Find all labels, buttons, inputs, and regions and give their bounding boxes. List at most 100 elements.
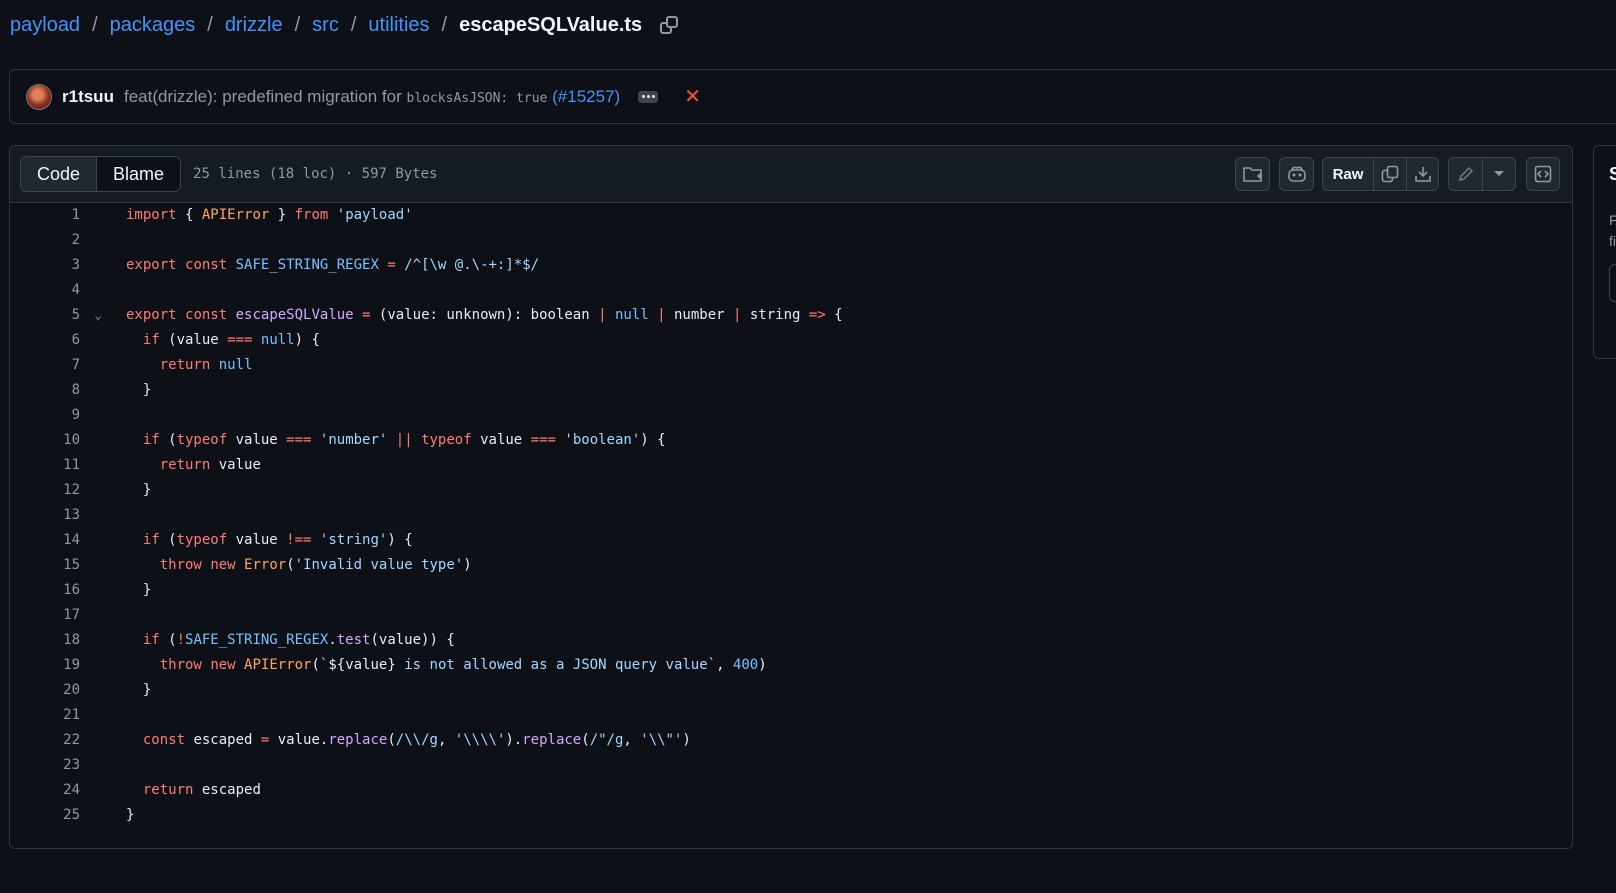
- line-number[interactable]: 3: [10, 253, 80, 278]
- code-line: 23: [10, 753, 1572, 778]
- line-number[interactable]: 5: [10, 303, 80, 328]
- code-line-text: if (!SAFE_STRING_REGEX.test(value)) {: [142, 632, 455, 648]
- latest-commit-bar: r1tsuu feat(drizzle): predefined migrati…: [9, 69, 1616, 124]
- avatar[interactable]: [26, 83, 52, 110]
- code-line: 14 if (typeof value !== 'string') {: [10, 528, 1572, 553]
- code-line: 18 if (!SAFE_STRING_REGEX.test(value)) {: [10, 628, 1572, 653]
- fold-gutter: [80, 228, 116, 253]
- breadcrumb-link-utilities[interactable]: utilities: [368, 14, 429, 37]
- fold-gutter: [80, 753, 116, 778]
- line-number[interactable]: 4: [10, 278, 80, 303]
- folder-icon: [1236, 158, 1269, 190]
- tab-code[interactable]: Code: [21, 157, 98, 191]
- folder-button[interactable]: [1235, 157, 1270, 191]
- line-number[interactable]: 9: [10, 403, 80, 428]
- breadcrumb-link-payload[interactable]: payload: [10, 14, 80, 37]
- file-viewer: Code Blame 25 lines (18 loc) · 597 Bytes…: [9, 145, 1573, 849]
- side-panel-input[interactable]: [1609, 264, 1616, 302]
- copy-path-icon[interactable]: [660, 15, 680, 36]
- code-line: 16 }: [10, 578, 1572, 603]
- code-line: 22 const escaped = value.replace(/\\/g, …: [10, 728, 1572, 753]
- code-line: 3 export const SAFE_STRING_REGEX = /^[\w …: [10, 253, 1572, 278]
- ellipsis-icon[interactable]: [638, 90, 659, 103]
- line-number[interactable]: 6: [10, 328, 80, 353]
- fold-gutter: [80, 353, 116, 378]
- code-line-text: }: [126, 582, 152, 598]
- raw-label: Raw: [1332, 165, 1364, 183]
- pr-number: #15257: [557, 86, 615, 106]
- line-number[interactable]: 13: [10, 503, 80, 528]
- file-header: Code Blame 25 lines (18 loc) · 597 Bytes…: [10, 146, 1572, 203]
- code-line-text: import { APIError } from 'payload': [126, 207, 413, 223]
- code-line-text: return value: [159, 457, 261, 473]
- code-line: 7 return null: [10, 353, 1572, 378]
- breadcrumb-separator: /: [207, 14, 213, 36]
- commit-message-code: blocksAsJSON: true: [406, 90, 548, 106]
- breadcrumb-link-drizzle[interactable]: drizzle: [225, 14, 283, 37]
- line-number[interactable]: 11: [10, 453, 80, 478]
- line-number[interactable]: 7: [10, 353, 80, 378]
- fold-gutter: [80, 478, 116, 503]
- fold-gutter: [80, 553, 116, 578]
- line-number[interactable]: 20: [10, 678, 80, 703]
- line-number[interactable]: 15: [10, 553, 80, 578]
- copy-raw-icon[interactable]: [1373, 158, 1406, 190]
- pr-link[interactable]: (#15257): [552, 87, 620, 106]
- fold-gutter: [80, 678, 116, 703]
- code-line-text: if (value === null) {: [142, 332, 320, 348]
- fold-gutter: [80, 603, 116, 628]
- code-line: 19 throw new APIError(`${value} is not a…: [10, 653, 1572, 678]
- line-number[interactable]: 10: [10, 428, 80, 453]
- breadcrumb-link-packages[interactable]: packages: [110, 14, 196, 37]
- line-number[interactable]: 16: [10, 578, 80, 603]
- fold-chevron-icon[interactable]: ⌄: [80, 303, 116, 328]
- commit-message[interactable]: feat(drizzle): predefined migration for …: [124, 87, 620, 107]
- pencil-icon[interactable]: [1449, 158, 1482, 190]
- raw-toolbar: Raw: [1322, 157, 1439, 191]
- commit-author[interactable]: r1tsuu: [62, 87, 114, 107]
- fold-gutter: [80, 403, 116, 428]
- fold-gutter: [80, 503, 116, 528]
- line-number[interactable]: 23: [10, 753, 80, 778]
- chevron-down-icon[interactable]: [1482, 158, 1515, 190]
- view-toggle: Code Blame: [20, 156, 182, 192]
- pr-paren-close: ): [614, 86, 621, 106]
- download-icon[interactable]: [1406, 158, 1438, 190]
- tab-blame[interactable]: Blame: [97, 157, 181, 191]
- code-line: 21: [10, 703, 1572, 728]
- line-number[interactable]: 19: [10, 653, 80, 678]
- line-number[interactable]: 14: [10, 528, 80, 553]
- code-square-icon: [1527, 158, 1559, 190]
- code-line: 15 throw new Error('Invalid value type'): [10, 553, 1572, 578]
- raw-button[interactable]: Raw: [1323, 158, 1373, 190]
- breadcrumb-link-src[interactable]: src: [312, 14, 339, 37]
- code-line: 8 }: [10, 378, 1572, 403]
- code-line: 24 return escaped: [10, 778, 1572, 803]
- fold-gutter: [80, 728, 116, 753]
- fold-gutter: [80, 703, 116, 728]
- line-number[interactable]: 2: [10, 228, 80, 253]
- line-number[interactable]: 8: [10, 378, 80, 403]
- symbols-button[interactable]: [1526, 157, 1560, 191]
- line-number[interactable]: 12: [10, 478, 80, 503]
- side-panel-title: S: [1609, 164, 1616, 184]
- line-number[interactable]: 25: [10, 803, 80, 828]
- line-number[interactable]: 24: [10, 778, 80, 803]
- breadcrumb-separator: /: [92, 14, 98, 36]
- line-number[interactable]: 21: [10, 703, 80, 728]
- copilot-button[interactable]: [1279, 157, 1314, 191]
- line-number[interactable]: 22: [10, 728, 80, 753]
- line-number[interactable]: 1: [10, 203, 80, 228]
- line-number[interactable]: 17: [10, 603, 80, 628]
- code-line: 9: [10, 403, 1572, 428]
- code-line-text: throw new Error('Invalid value type'): [159, 557, 472, 573]
- line-number[interactable]: 18: [10, 628, 80, 653]
- close-icon[interactable]: ✕: [684, 87, 701, 107]
- fold-gutter: [80, 578, 116, 603]
- breadcrumb-separator: /: [294, 14, 301, 36]
- code-view[interactable]: 1 import { APIError } from 'payload' 2 3 e…: [10, 203, 1572, 828]
- fold-gutter: [80, 778, 116, 803]
- code-line-text: return null: [159, 357, 253, 373]
